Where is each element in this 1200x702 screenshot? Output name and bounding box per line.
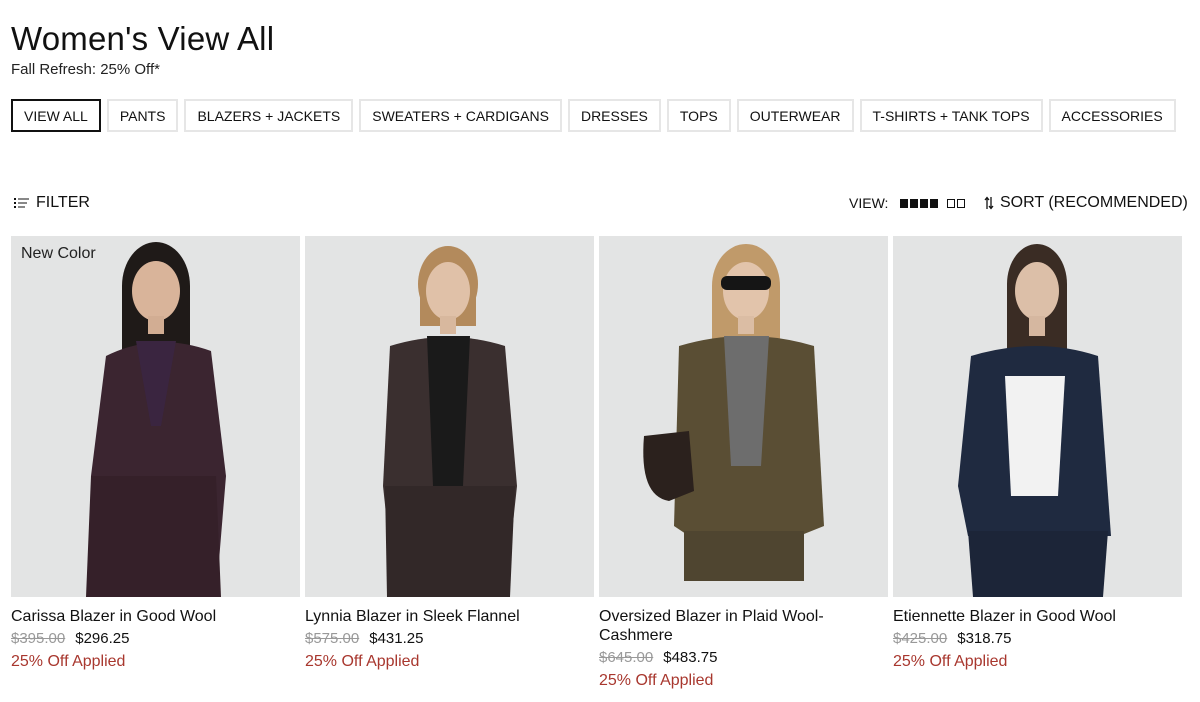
product-grid: New Color Carissa Blazer in Good Wool $3…	[11, 236, 1182, 690]
product-card: Etiennette Blazer in Good Wool $425.00 $…	[893, 236, 1182, 690]
sort-label: SORT (RECOMMENDED)	[1000, 194, 1188, 211]
product-card: Oversized Blazer in Plaid Wool-Cashmere …	[599, 236, 888, 690]
category-nav: VIEW ALL PANTS BLAZERS + JACKETS SWEATER…	[11, 99, 1176, 132]
view-label: VIEW:	[849, 195, 889, 211]
new-color-badge: New Color	[21, 245, 96, 262]
product-prices: $575.00 $431.25	[305, 630, 594, 647]
category-sweaters-cardigans[interactable]: SWEATERS + CARDIGANS	[359, 99, 562, 132]
product-image[interactable]	[893, 236, 1182, 597]
product-name[interactable]: Carissa Blazer in Good Wool	[11, 607, 300, 626]
product-name[interactable]: Etiennette Blazer in Good Wool	[893, 607, 1182, 626]
product-name[interactable]: Lynnia Blazer in Sleek Flannel	[305, 607, 594, 626]
promo-applied: 25% Off Applied	[893, 653, 1008, 670]
category-dresses[interactable]: DRESSES	[567, 99, 661, 132]
category-tshirts-tanks[interactable]: T-SHIRTS + TANK TOPS	[859, 99, 1043, 132]
grid-two-icon[interactable]	[947, 198, 966, 208]
model-photo	[86, 242, 226, 597]
original-price: $395.00	[11, 630, 66, 647]
product-name[interactable]: Oversized Blazer in Plaid Wool-Cashmere	[599, 607, 888, 645]
sale-price: $483.75	[663, 649, 718, 666]
original-price: $645.00	[599, 649, 654, 666]
promo-applied: 25% Off Applied	[599, 672, 714, 689]
page-title: Women's View All	[11, 20, 275, 57]
product-image[interactable]	[599, 236, 888, 597]
promo-applied: 25% Off Applied	[11, 653, 126, 670]
category-blazers-jackets[interactable]: BLAZERS + JACKETS	[184, 99, 354, 132]
product-prices: $425.00 $318.75	[893, 630, 1182, 647]
model-photo	[643, 244, 824, 581]
view-toggle: VIEW:	[849, 195, 966, 211]
filter-label: FILTER	[36, 194, 90, 211]
filter-button[interactable]: FILTER	[14, 194, 90, 212]
original-price: $575.00	[305, 630, 360, 647]
promo-applied: 25% Off Applied	[305, 653, 420, 670]
product-card: New Color Carissa Blazer in Good Wool $3…	[11, 236, 300, 690]
promo-subtitle: Fall Refresh: 25% Off*	[11, 61, 160, 78]
category-outerwear[interactable]: OUTERWEAR	[736, 99, 854, 132]
product-card: Lynnia Blazer in Sleek Flannel $575.00 $…	[305, 236, 594, 690]
category-tops[interactable]: TOPS	[666, 99, 731, 132]
model-photo	[958, 244, 1111, 597]
product-prices: $645.00 $483.75	[599, 649, 888, 666]
original-price: $425.00	[893, 630, 948, 647]
category-view-all[interactable]: VIEW ALL	[11, 99, 101, 132]
filter-list-icon	[14, 198, 29, 208]
product-image[interactable]: New Color	[11, 236, 300, 597]
model-photo	[383, 246, 517, 597]
category-pants[interactable]: PANTS	[106, 99, 179, 132]
grid-four-icon[interactable]	[900, 198, 939, 208]
product-image[interactable]	[305, 236, 594, 597]
sale-price: $431.25	[369, 630, 424, 647]
sort-button[interactable]: SORT (RECOMMENDED)	[984, 194, 1188, 212]
product-prices: $395.00 $296.25	[11, 630, 300, 647]
sort-arrows-icon	[984, 196, 994, 210]
category-accessories[interactable]: ACCESSORIES	[1048, 99, 1176, 132]
sale-price: $296.25	[75, 630, 130, 647]
sale-price: $318.75	[957, 630, 1012, 647]
